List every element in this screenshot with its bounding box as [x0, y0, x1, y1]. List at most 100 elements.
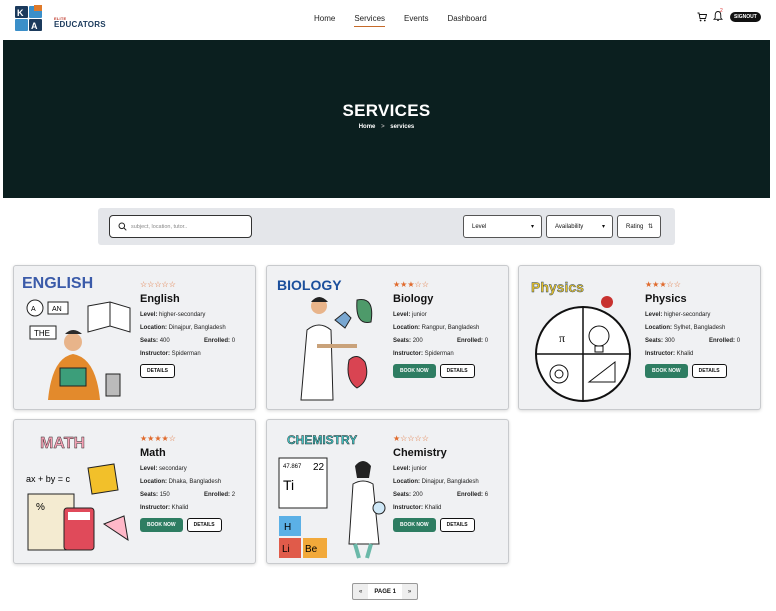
book-now-button[interactable]: BOOK NOW [393, 518, 436, 532]
service-info: ☆☆☆☆☆ English Level: higher-secondary Lo… [140, 280, 252, 378]
service-level: Level: secondary [140, 466, 252, 472]
next-page-button[interactable]: » [402, 584, 417, 599]
breadcrumb-home[interactable]: Home [359, 124, 376, 130]
service-seats: Seats: 150 Enrolled: 2 [140, 492, 252, 498]
service-title: Physics [645, 293, 687, 305]
rating-sort-button[interactable]: Rating ⇅ [617, 215, 661, 238]
field-label: Level: [393, 466, 411, 472]
svg-text:THE: THE [34, 329, 50, 338]
field-value: 0 [231, 338, 236, 344]
rating-stars: ★★★★☆ [140, 434, 176, 443]
svg-text:A: A [31, 306, 36, 313]
service-level: Level: higher-secondary [645, 312, 757, 318]
svg-text:K: K [17, 8, 24, 18]
service-level: Level: junior [393, 466, 505, 472]
prev-page-button[interactable]: « [353, 584, 368, 599]
svg-text:ENGLISH: ENGLISH [22, 275, 93, 292]
availability-select-label: Availability [555, 224, 584, 230]
details-button[interactable]: DETAILS [439, 364, 475, 378]
field-label: Enrolled: [204, 338, 231, 344]
search-placeholder: subject, location, tutor.. [131, 224, 188, 230]
site-logo[interactable]: K A ELITE EDUCATORS [14, 5, 106, 35]
service-info: ★★★★☆ Math Level: secondary Location: Dh… [140, 434, 252, 532]
book-now-button[interactable]: BOOK NOW [645, 364, 688, 378]
nav-link-events[interactable]: Events [404, 14, 428, 27]
hero-banner: SERVICES Home > services [3, 40, 770, 198]
service-enrolled: Enrolled: 6 [457, 492, 488, 498]
field-label: Enrolled: [709, 338, 736, 344]
field-label: Level: [140, 466, 158, 472]
nav-link-dashboard[interactable]: Dashboard [448, 14, 487, 27]
signout-button[interactable]: SIGNOUT [730, 12, 761, 22]
rating-stars: ☆☆☆☆☆ [140, 280, 176, 289]
page-title: SERVICES [342, 101, 431, 120]
notification-badge: 2 [720, 8, 723, 14]
field-label: Location: [140, 325, 167, 331]
chevron-down-icon: ▾ [530, 224, 534, 230]
svg-text:CHEMISTRY: CHEMISTRY [287, 433, 357, 447]
search-input[interactable]: subject, location, tutor.. [109, 215, 252, 238]
field-label: Level: [140, 312, 158, 318]
details-button[interactable]: DETAILS [186, 518, 222, 532]
nav-link-home[interactable]: Home [314, 14, 335, 27]
details-button[interactable]: DETAILS [439, 518, 475, 532]
service-seats: Seats: 400 Enrolled: 0 [140, 338, 252, 344]
field-value: higher-secondary [159, 312, 206, 318]
filter-bar: subject, location, tutor.. Level ▾ Avail… [98, 208, 675, 245]
service-seats: Seats: 200 Enrolled: 0 [393, 338, 505, 344]
card-actions: BOOK NOW DETAILS [645, 364, 757, 378]
field-value: junior [412, 312, 427, 318]
nav-link-services[interactable]: Services [354, 14, 386, 27]
service-level: Level: higher-secondary [140, 312, 252, 318]
current-page: PAGE 1 [368, 584, 402, 599]
level-select[interactable]: Level ▾ [463, 215, 542, 238]
service-seats: Seats: 200 Enrolled: 6 [393, 492, 505, 498]
svg-text:A: A [31, 21, 38, 31]
service-instructor: Instructor: Khalid [645, 351, 757, 357]
field-value: 0 [736, 338, 741, 344]
service-card: BIOLOGY ★★★☆☆ Biology Level: junior Loca… [266, 265, 509, 410]
service-enrolled: Enrolled: 0 [457, 338, 488, 344]
logo-name: EDUCATORS [54, 20, 106, 29]
details-button[interactable]: DETAILS [691, 364, 727, 378]
book-now-button[interactable]: BOOK NOW [140, 518, 183, 532]
service-card: MATH ax + by = c % ★★★★☆ Math Level: sec… [13, 419, 256, 564]
field-value: Spiderman [424, 351, 454, 357]
field-value: 400 [159, 338, 170, 344]
pagination: « PAGE 1 » [352, 583, 419, 600]
card-actions: BOOK NOW DETAILS [393, 364, 505, 378]
service-card: ENGLISH A AN THE ☆☆☆☆☆ English Level: hi… [13, 265, 256, 410]
svg-text:%: % [36, 502, 45, 513]
field-value: Dinajpur, Bangladesh [168, 325, 226, 331]
field-value: Dinajpur, Bangladesh [421, 479, 479, 485]
svg-text:AN: AN [52, 306, 62, 313]
cart-icon[interactable] [697, 12, 707, 22]
details-button[interactable]: DETAILS [140, 364, 176, 378]
field-label: Enrolled: [204, 492, 231, 498]
field-label: Seats: [393, 338, 412, 344]
breadcrumb: Home > services [3, 124, 770, 130]
service-info: ★★★☆☆ Physics Level: higher-secondary Lo… [645, 280, 757, 378]
field-value: 200 [412, 338, 423, 344]
card-actions: BOOK NOW DETAILS [140, 518, 252, 532]
service-location: Location: Dinajpur, Bangladesh [393, 479, 505, 485]
field-label: Seats: [140, 492, 159, 498]
field-value: 6 [484, 492, 489, 498]
book-now-button[interactable]: BOOK NOW [393, 364, 436, 378]
service-info: ★★★☆☆ Biology Level: junior Location: Ra… [393, 280, 505, 378]
field-label: Instructor: [393, 505, 423, 511]
field-value: Khalid [676, 351, 694, 357]
field-label: Seats: [645, 338, 664, 344]
svg-text:Be: Be [305, 544, 318, 555]
service-illustration: Physics π [531, 279, 631, 402]
level-select-label: Level [472, 224, 487, 230]
svg-text:Ti: Ti [283, 477, 294, 493]
service-enrolled: Enrolled: 0 [204, 338, 235, 344]
field-label: Location: [393, 479, 420, 485]
service-illustration: MATH ax + by = c % [26, 435, 129, 551]
service-location: Location: Dinajpur, Bangladesh [140, 325, 252, 331]
top-navbar: K A ELITE EDUCATORS Home Services Events… [0, 0, 776, 40]
availability-select[interactable]: Availability ▾ [546, 215, 613, 238]
service-seats: Seats: 300 Enrolled: 0 [645, 338, 757, 344]
field-label: Location: [393, 325, 420, 331]
